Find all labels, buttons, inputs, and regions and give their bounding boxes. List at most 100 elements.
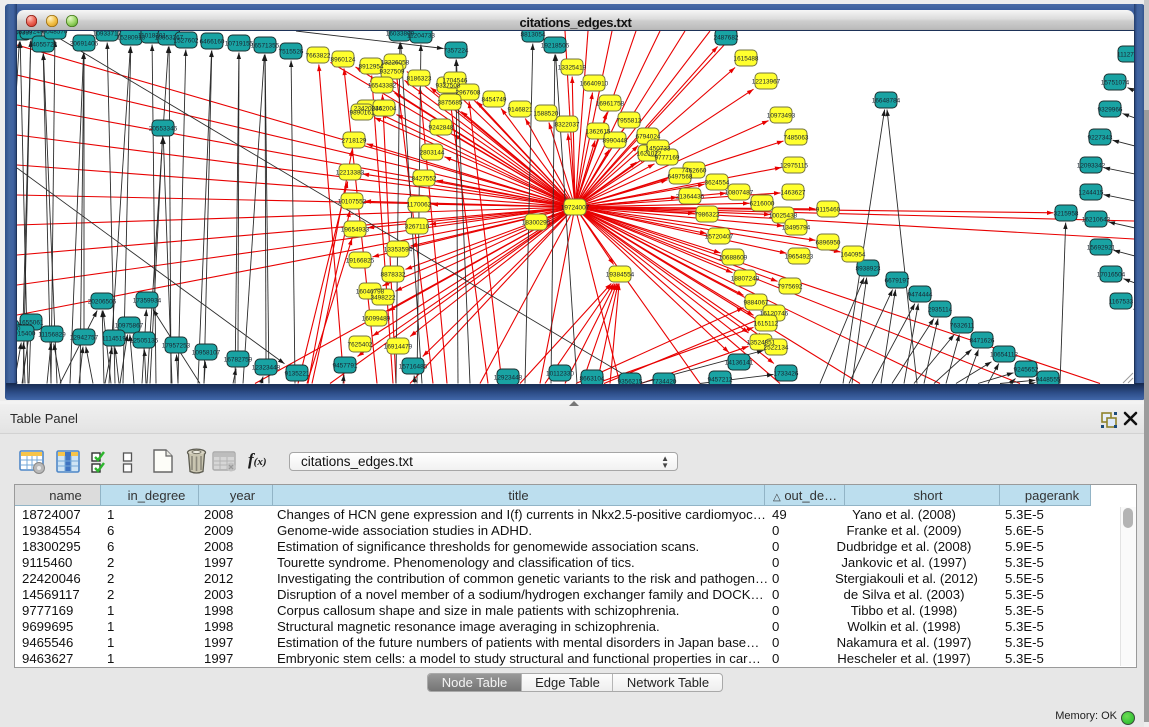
- svg-text:7975692: 7975692: [778, 283, 803, 290]
- svg-text:16571355: 16571355: [251, 42, 280, 49]
- svg-text:8322037: 8322037: [555, 121, 580, 128]
- svg-text:17016504: 17016504: [1097, 271, 1126, 278]
- svg-text:9146821: 9146821: [508, 106, 533, 113]
- svg-text:6896950: 6896950: [816, 239, 841, 246]
- svg-text:9115460: 9115460: [816, 206, 841, 213]
- svg-text:7734420: 7734420: [652, 378, 677, 384]
- svg-text:8813054: 8813054: [521, 31, 546, 38]
- svg-text:8663104: 8663104: [580, 375, 605, 382]
- svg-text:10112330: 10112330: [546, 370, 574, 377]
- svg-text:1112733: 1112733: [1117, 51, 1134, 58]
- svg-text:16640910: 16640910: [580, 80, 609, 87]
- svg-text:16543382: 16543382: [368, 82, 397, 89]
- svg-text:11204733: 11204733: [407, 32, 435, 39]
- svg-text:10107552: 10107552: [338, 198, 367, 205]
- svg-text:9356215: 9356215: [618, 378, 643, 384]
- svg-text:2342004: 2342004: [372, 105, 397, 112]
- svg-text:9329966: 9329966: [1098, 106, 1123, 113]
- svg-text:7485063: 7485063: [784, 134, 809, 141]
- svg-text:9884067: 9884067: [744, 299, 769, 306]
- svg-text:12942757: 12942757: [70, 334, 99, 341]
- svg-text:6216000: 6216000: [750, 200, 775, 207]
- svg-text:1655061: 1655061: [19, 319, 44, 326]
- svg-text:3267110: 3267110: [405, 223, 430, 230]
- svg-text:9135221: 9135221: [285, 370, 310, 377]
- svg-text:13325419: 13325419: [558, 64, 587, 71]
- svg-text:8878332: 8878332: [381, 271, 406, 278]
- svg-text:2967608: 2967608: [456, 89, 481, 96]
- svg-text:8454749: 8454749: [482, 96, 507, 103]
- svg-text:13495794: 13495794: [782, 224, 811, 231]
- svg-text:11156829: 11156829: [38, 331, 66, 338]
- svg-text:10688609: 10688609: [719, 254, 748, 261]
- svg-text:1114519: 1114519: [102, 335, 126, 342]
- svg-text:12323448: 12323448: [252, 364, 281, 371]
- svg-text:7632611: 7632611: [950, 322, 975, 329]
- svg-text:12213967: 12213967: [752, 78, 781, 85]
- svg-text:9242848: 9242848: [429, 124, 454, 131]
- svg-text:21364436: 21364436: [676, 193, 705, 200]
- svg-text:7663822: 7663822: [306, 52, 331, 59]
- svg-text:6679197: 6679197: [885, 277, 910, 284]
- svg-text:16099489: 16099489: [362, 315, 391, 322]
- svg-text:1704546: 1704546: [443, 77, 468, 84]
- svg-text:1615488: 1615488: [734, 55, 759, 62]
- svg-text:7357224: 7357224: [444, 47, 469, 54]
- svg-text:16648784: 16648784: [872, 97, 901, 104]
- svg-text:9474444: 9474444: [908, 291, 933, 298]
- svg-text:2803144: 2803144: [420, 149, 445, 156]
- svg-text:1733426: 1733426: [774, 370, 799, 377]
- svg-text:3498222: 3498222: [371, 294, 396, 301]
- svg-text:15751074: 15751074: [1101, 79, 1130, 86]
- svg-text:3915400: 3915400: [17, 330, 36, 337]
- svg-text:10958107: 10958107: [192, 349, 221, 356]
- svg-text:9457791: 9457791: [333, 362, 358, 369]
- svg-text:13353594: 13353594: [384, 246, 413, 253]
- svg-text:1615112: 1615112: [754, 320, 779, 327]
- svg-text:9048570: 9048570: [43, 31, 68, 35]
- svg-text:3624554: 3624554: [705, 179, 730, 186]
- svg-text:10973493: 10973493: [767, 112, 796, 119]
- svg-text:9890161: 9890161: [350, 109, 375, 116]
- svg-text:16120746: 16120746: [760, 310, 789, 317]
- svg-text:10025438: 10025438: [769, 212, 798, 219]
- svg-text:10654112: 10654112: [990, 351, 1018, 358]
- svg-text:8990448: 8990448: [603, 137, 628, 144]
- svg-text:2935114: 2935114: [928, 306, 953, 313]
- svg-text:19218506: 19218506: [541, 42, 570, 49]
- svg-text:12505135: 12505135: [130, 337, 159, 344]
- svg-text:1588520: 1588520: [534, 110, 559, 117]
- svg-text:2718129: 2718129: [342, 137, 367, 144]
- svg-text:19384554: 19384554: [606, 271, 635, 278]
- svg-text:3215958: 3215958: [1054, 210, 1079, 217]
- svg-text:12923448: 12923448: [494, 374, 523, 381]
- svg-text:8960124: 8960124: [331, 56, 356, 63]
- svg-text:7986322: 7986322: [695, 211, 720, 218]
- svg-text:8427552: 8427552: [412, 175, 437, 182]
- svg-text:18807249: 18807249: [731, 275, 760, 282]
- svg-text:2487682: 2487682: [714, 34, 739, 41]
- svg-text:16961758: 16961758: [596, 100, 625, 107]
- svg-text:9457212: 9457212: [708, 376, 733, 383]
- svg-text:1527602: 1527602: [174, 37, 199, 44]
- svg-text:7955812: 7955812: [617, 117, 642, 124]
- svg-text:1640954: 1640954: [841, 251, 866, 258]
- svg-text:19654923: 19654923: [785, 253, 814, 260]
- svg-text:7515526: 7515526: [279, 48, 304, 55]
- svg-text:16914479: 16914479: [384, 343, 413, 350]
- svg-text:17957253: 17957253: [162, 342, 191, 349]
- svg-text:2522134: 2522134: [764, 344, 789, 351]
- svg-text:12093342: 12093342: [1077, 162, 1106, 169]
- svg-text:16782759: 16782759: [224, 356, 253, 363]
- svg-text:10807487: 10807487: [725, 189, 754, 196]
- svg-text:14055724: 14055724: [29, 41, 58, 48]
- svg-text:9227343: 9227343: [1088, 134, 1113, 141]
- svg-text:20553346: 20553346: [149, 125, 178, 132]
- svg-text:7625402: 7625402: [348, 341, 373, 348]
- svg-text:18300295: 18300295: [522, 219, 551, 226]
- svg-text:15692921: 15692921: [1087, 244, 1116, 251]
- svg-text:14136141: 14136141: [725, 359, 754, 366]
- svg-text:1450733: 1450733: [646, 145, 671, 152]
- svg-text:8471626: 8471626: [970, 337, 995, 344]
- svg-text:1463627: 1463627: [781, 189, 806, 196]
